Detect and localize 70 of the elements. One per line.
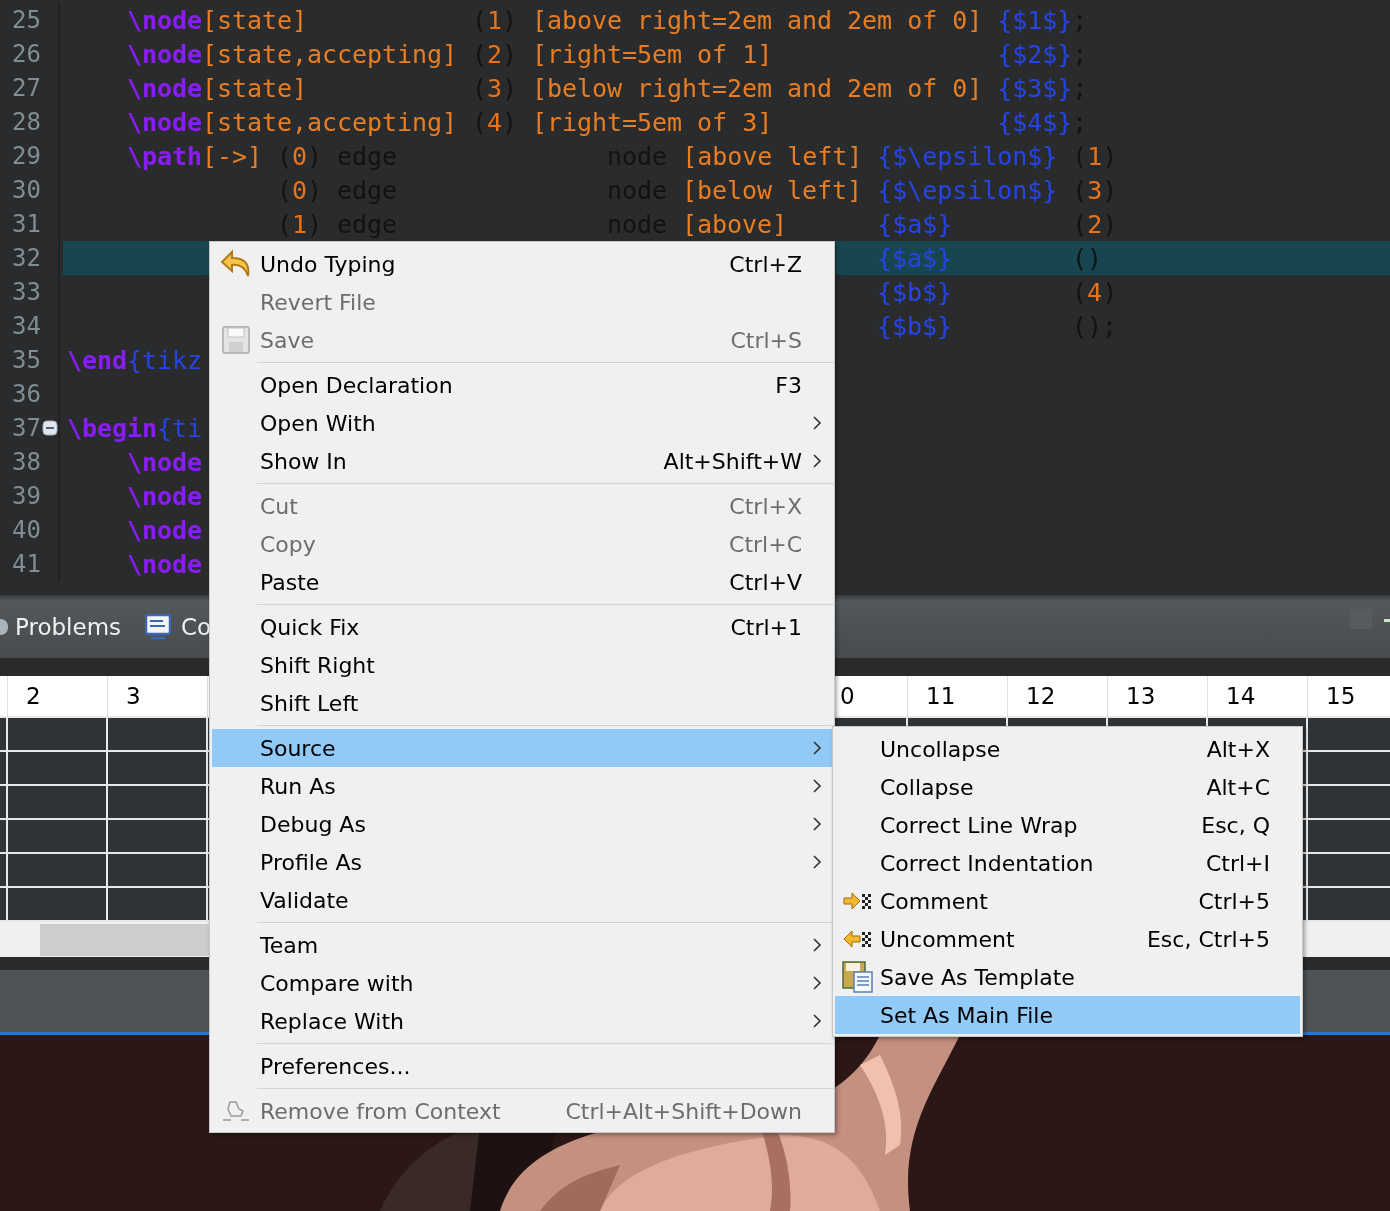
code-line: \node[state] (1) [above right=2em and 2em of 0] {$1$}; [127,5,1088,35]
column-header[interactable]: 11 [908,676,1008,716]
code-line: \node [127,515,203,545]
column-header[interactable]: 2 [8,676,108,716]
line-number: 28 [11,108,41,136]
menu-item[interactable]: Undo Typing Ctrl+Z [212,245,832,283]
line-number: 25 [11,6,41,34]
line-number: 27 [11,74,41,102]
minimize-icon[interactable] [1384,619,1390,622]
hand-icon [221,1099,251,1123]
menu-item[interactable]: Replace With [212,1002,832,1040]
line-number: 32 [11,244,41,272]
line-number: 35 [11,346,41,374]
menu-item[interactable]: Show In Alt+Shift+W [212,442,832,480]
code-line: {$a$} () [877,243,1103,273]
line-number: 40 [11,516,41,544]
code-line: {$b$} (); [877,311,1118,341]
column-header[interactable]: 15 [1308,676,1390,716]
line-number: 37 [11,414,41,442]
column-header[interactable]: 13 [1108,676,1208,716]
menu-item[interactable]: Team [212,926,832,964]
line-number: 31 [11,210,41,238]
menu-item[interactable]: Uncomment Esc, Ctrl+5 [835,920,1300,958]
column-header[interactable]: 3 [108,676,208,716]
code-line: \node[state] (3) [below right=2em and 2em of 0] {$3$}; [127,73,1088,103]
menu-item[interactable]: Run As [212,767,832,805]
menu-item[interactable]: Profile As [212,843,832,881]
menu-item[interactable]: Comment Ctrl+5 [835,882,1300,920]
line-number: 39 [11,482,41,510]
menu-item[interactable]: Validate [212,881,832,919]
code-line: \end{tikz [67,345,203,375]
menu-item[interactable]: Save As Template [835,958,1300,996]
line-number: 36 [11,380,41,408]
line-number: 30 [11,176,41,204]
line-number: 34 [11,312,41,340]
code-line: \node[state,accepting] (2) [right=5em of 1] {$2$}; [127,39,1088,69]
menu-item[interactable]: Collapse Alt+C [835,768,1300,806]
menu-item[interactable]: Paste Ctrl+V [212,563,832,601]
code-line: \node[state,accepting] (4) [right=5em of 3] {$4$}; [127,107,1088,137]
menu-item[interactable]: Correct Indentation Ctrl+I [835,844,1300,882]
menu-item[interactable]: Source [212,729,832,767]
menu-item[interactable]: Open Declaration F3 [212,366,832,404]
menu-item[interactable]: Correct Line Wrap Esc, Q [835,806,1300,844]
line-number: 41 [11,550,41,578]
uncomment-icon [842,928,873,950]
code-line: \node [127,481,203,511]
panel-tab[interactable]: Co [145,595,212,658]
line-number: 33 [11,278,41,306]
monitor-icon [145,613,171,640]
menu-item[interactable]: Compare with [212,964,832,1002]
menu-item[interactable]: Quick Fix Ctrl+1 [212,608,832,646]
menu-item[interactable]: Open With [212,404,832,442]
code-line: \begin{ti [67,413,203,443]
line-number: 26 [11,40,41,68]
column-header[interactable]: 12 [1008,676,1108,716]
menu-item[interactable]: Uncollapse Alt+X [835,730,1300,768]
template-icon [841,961,874,993]
code-line: \node [127,447,203,477]
column-header[interactable]: 14 [1208,676,1308,716]
line-number: 29 [11,142,41,170]
comment-icon [842,890,873,912]
code-line: \node [127,549,203,579]
menu-item[interactable]: Preferences... [212,1047,832,1085]
panel-tab[interactable]: Problems [15,595,121,658]
undo-icon [220,249,252,279]
code-line: {$b$} (4) [877,277,1118,307]
collapse-icon[interactable] [41,420,58,436]
menu-item[interactable]: Debug As [212,805,832,843]
menu-item[interactable]: Set As Main File [835,996,1300,1034]
line-number: 38 [11,448,41,476]
